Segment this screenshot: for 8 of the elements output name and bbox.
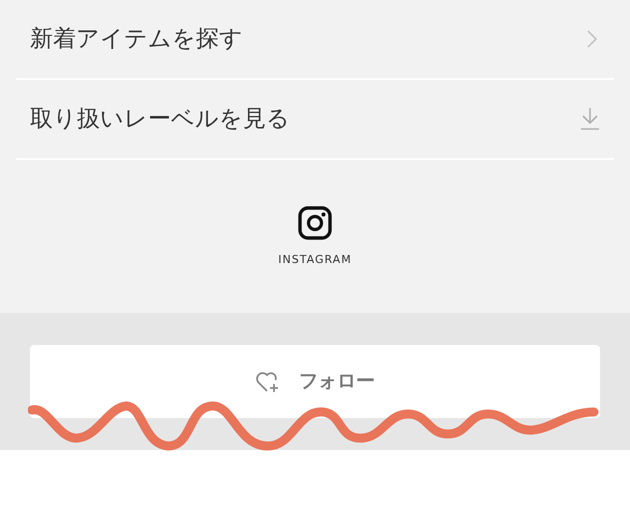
chevron-right-icon xyxy=(586,29,598,49)
heart-plus-icon xyxy=(255,370,281,394)
instagram-label[interactable]: INSTAGRAM xyxy=(278,252,352,268)
menu-item[interactable]: 新着アイテムを探す xyxy=(16,0,614,80)
menu-item[interactable]: 取り扱いレーベルを見る xyxy=(16,80,614,160)
follow-button[interactable]: フォロー xyxy=(30,345,600,418)
download-icon xyxy=(580,107,600,131)
instagram-icon[interactable] xyxy=(298,206,332,240)
